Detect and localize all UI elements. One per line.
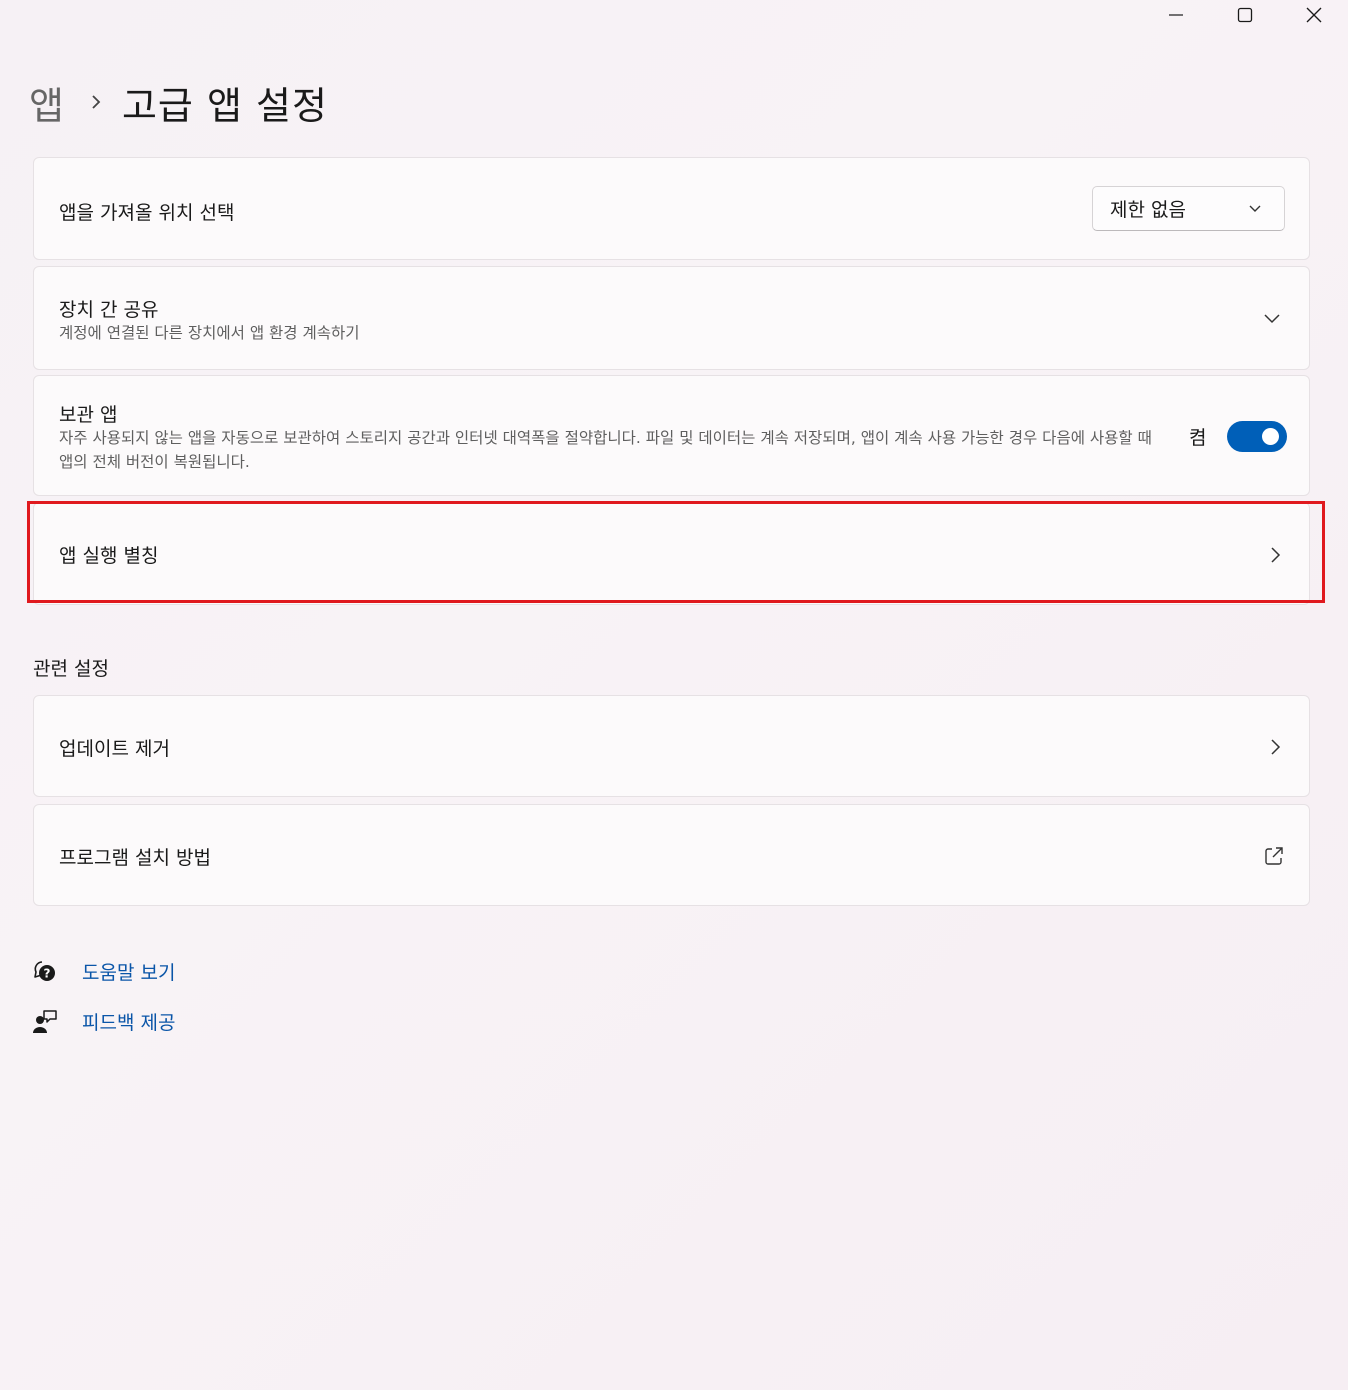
page-title: 고급 앱 설정 xyxy=(121,83,328,128)
external-link-icon xyxy=(1265,847,1283,865)
archive-apps-toggle-label: 켬 xyxy=(1189,427,1207,449)
feedback-icon xyxy=(31,1007,59,1035)
install-source-dropdown[interactable]: 제한 없음 xyxy=(1092,186,1285,231)
program-install-methods-card[interactable]: 프로그램 설치 방법 xyxy=(33,804,1310,906)
chevron-right-icon xyxy=(90,93,102,111)
uninstall-updates-label: 업데이트 제거 xyxy=(59,738,170,760)
share-across-devices-description: 계정에 연결된 다른 장치에서 앱 환경 계속하기 xyxy=(59,324,360,342)
close-icon xyxy=(1306,7,1321,23)
chevron-right-icon xyxy=(1271,739,1281,755)
install-source-label: 앱을 가져올 위치 선택 xyxy=(59,202,235,224)
svg-text:?: ? xyxy=(44,967,51,981)
breadcrumb: 앱 고급 앱 설정 xyxy=(29,72,328,132)
program-install-methods-label: 프로그램 설치 방법 xyxy=(59,847,211,869)
maximize-icon xyxy=(1237,7,1252,23)
install-source-card: 앱을 가져올 위치 선택 제한 없음 xyxy=(33,157,1310,260)
feedback-link[interactable]: 피드백 제공 xyxy=(82,1008,175,1035)
share-across-devices-card[interactable]: 장치 간 공유 계정에 연결된 다른 장치에서 앱 환경 계속하기 xyxy=(33,266,1310,370)
window-controls xyxy=(1141,0,1348,30)
maximize-button[interactable] xyxy=(1210,0,1279,30)
close-button[interactable] xyxy=(1279,0,1348,30)
archive-apps-toggle[interactable] xyxy=(1227,421,1287,452)
help-icon: ? xyxy=(31,957,59,985)
toggle-knob xyxy=(1262,428,1279,445)
related-settings-title: 관련 설정 xyxy=(33,658,109,680)
share-across-devices-title: 장치 간 공유 xyxy=(59,299,159,321)
help-link-row[interactable]: ? 도움말 보기 xyxy=(31,957,175,985)
highlight-box xyxy=(27,501,1325,603)
help-link[interactable]: 도움말 보기 xyxy=(82,958,175,985)
breadcrumb-parent-link[interactable]: 앱 xyxy=(29,75,64,130)
chevron-down-icon xyxy=(1249,205,1261,212)
minimize-button[interactable] xyxy=(1141,0,1210,30)
feedback-link-row[interactable]: 피드백 제공 xyxy=(31,1007,175,1035)
archive-apps-card: 보관 앱 자주 사용되지 않는 앱을 자동으로 보관하여 스토리지 공간과 인터… xyxy=(33,375,1310,496)
archive-apps-title: 보관 앱 xyxy=(59,404,118,426)
chevron-down-icon[interactable] xyxy=(1263,311,1281,327)
minimize-icon xyxy=(1168,14,1183,16)
install-source-selected: 제한 없음 xyxy=(1110,199,1186,221)
archive-apps-description: 자주 사용되지 않는 앱을 자동으로 보관하여 스토리지 공간과 인터넷 대역폭… xyxy=(59,429,1152,471)
uninstall-updates-card[interactable]: 업데이트 제거 xyxy=(33,695,1310,797)
